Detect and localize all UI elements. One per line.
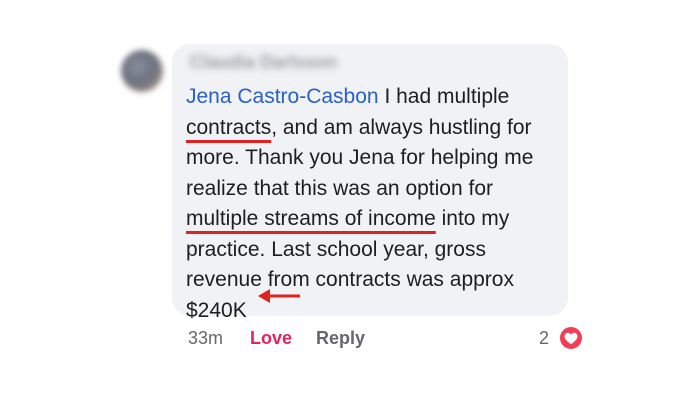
highlighted-contracts: contracts — [186, 115, 272, 139]
comment-body: Jena Castro-Casbon I had multiple contra… — [186, 82, 558, 326]
avatar[interactable] — [121, 50, 163, 92]
heart-icon[interactable] — [558, 325, 584, 351]
comment-line-5: multiple streams of income into my — [186, 204, 558, 235]
reply-button[interactable]: Reply — [316, 326, 365, 350]
comment-line-2: contracts, and am always hustling for — [186, 113, 558, 144]
highlighted-multiple-streams: multiple streams of income — [186, 207, 436, 230]
comment-text: into my — [435, 207, 510, 230]
love-reaction-button[interactable]: Love — [250, 326, 292, 350]
comment-author-name[interactable]: Claudia Darlsson — [190, 52, 337, 73]
comment-text: , and am always hustling for — [271, 115, 532, 139]
comment-line-4: realize that this was an option for — [186, 176, 494, 200]
comment-line-3: more. Thank you Jena for helping me — [186, 146, 534, 169]
reaction-count[interactable]: 2 — [539, 326, 549, 350]
comment-line-7: revenue from contracts was approx — [186, 268, 514, 291]
comment-line-6: practice. Last school year, gross — [186, 237, 486, 261]
comment-line-1: Jena Castro-Casbon I had multiple — [186, 82, 558, 113]
mention-link[interactable]: Jena Castro-Casbon — [186, 85, 379, 108]
comment-line-8: $240K — [186, 298, 247, 322]
comment-text: I had multiple — [378, 85, 510, 108]
comment-timestamp[interactable]: 33m — [188, 326, 223, 350]
red-arrow-annotation-icon — [258, 289, 300, 303]
